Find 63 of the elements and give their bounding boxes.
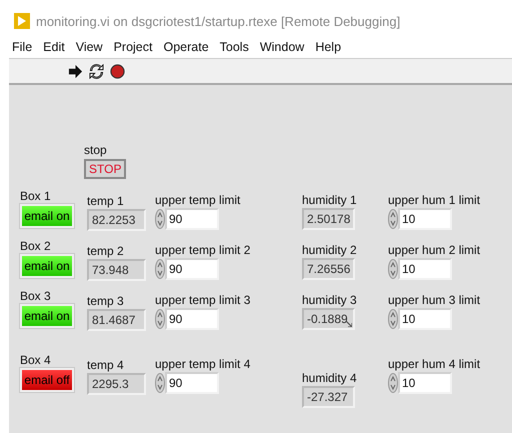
spinner-icon[interactable] <box>388 309 398 329</box>
humidity-display: -0.1889 <box>302 308 355 330</box>
spinner-icon[interactable] <box>155 259 165 279</box>
hum-limit-field[interactable]: 10 <box>398 208 452 230</box>
temp-limit-field[interactable]: 90 <box>165 372 219 394</box>
spinner-icon[interactable] <box>155 373 165 393</box>
spinner-icon[interactable] <box>388 373 398 393</box>
abort-icon[interactable] <box>110 64 125 78</box>
box-label: Box 2 <box>20 239 51 253</box>
run-continuously-icon[interactable] <box>89 64 104 78</box>
temp-display: 73.948 <box>87 259 146 281</box>
spinner-icon[interactable] <box>155 209 165 229</box>
hum-limit-field[interactable]: 10 <box>398 258 452 280</box>
window-title: monitoring.vi on dsgcriotest1/startup.rtexe [Remote Debugging] <box>36 14 400 28</box>
hum-limit-field[interactable]: 10 <box>398 308 452 330</box>
menu-item[interactable]: Help <box>315 40 342 54</box>
app-icon <box>14 13 30 29</box>
temp-display: 82.2253 <box>87 209 146 231</box>
email-led[interactable]: email on <box>20 254 74 278</box>
temp-display: 81.4687 <box>87 309 146 331</box>
menu-item[interactable]: Tools <box>220 40 249 54</box>
email-led[interactable]: email off <box>20 368 74 392</box>
spinner-icon[interactable] <box>155 309 165 329</box>
menu-item[interactable]: Window <box>260 40 304 54</box>
hum-limit-label: upper hum 1 limit <box>388 193 480 207</box>
temp-limit-label: upper temp limit 3 <box>155 293 250 307</box>
temp-label: temp 1 <box>87 194 124 208</box>
humidity-label: humidity 4 <box>302 371 357 385</box>
temp-label: temp 3 <box>87 294 124 308</box>
box-label: Box 4 <box>20 353 51 367</box>
email-led[interactable]: email on <box>20 304 74 328</box>
temp-limit-label: upper temp limit <box>155 193 240 207</box>
temp-limit-label: upper temp limit 2 <box>155 243 250 257</box>
humidity-label: humidity 1 <box>302 193 357 207</box>
temp-label: temp 4 <box>87 358 124 372</box>
spinner-icon[interactable] <box>388 209 398 229</box>
box-label: Box 1 <box>20 189 51 203</box>
stop-label: stop <box>84 143 107 157</box>
menu-item[interactable]: Project <box>114 40 152 54</box>
humidity-display: -27.327 <box>302 386 355 408</box>
spinner-icon[interactable] <box>388 259 398 279</box>
run-arrow-icon[interactable] <box>68 64 83 78</box>
temp-limit-field[interactable]: 90 <box>165 308 219 330</box>
menu-item[interactable]: Operate <box>163 40 209 54</box>
temp-limit-field[interactable]: 90 <box>165 258 219 280</box>
hum-limit-label: upper hum 2 limit <box>388 243 480 257</box>
humidity-label: humidity 2 <box>302 243 357 257</box>
humidity-display: 7.26556 <box>302 258 355 280</box>
temp-label: temp 2 <box>87 244 124 258</box>
box-label: Box 3 <box>20 289 51 303</box>
hum-limit-label: upper hum 4 limit <box>388 357 480 371</box>
menu-item[interactable]: Edit <box>43 40 65 54</box>
hum-limit-label: upper hum 3 limit <box>388 293 480 307</box>
hum-limit-field[interactable]: 10 <box>398 372 452 394</box>
temp-limit-label: upper temp limit 4 <box>155 357 250 371</box>
menu-item[interactable]: File <box>12 40 32 54</box>
menu-item[interactable]: View <box>76 40 103 54</box>
email-led[interactable]: email on <box>20 204 74 228</box>
humidity-display: 2.50178 <box>302 208 355 230</box>
humidity-label: humidity 3 <box>302 293 357 307</box>
temp-limit-field[interactable]: 90 <box>165 208 219 230</box>
temp-display: 2295.3 <box>87 373 146 395</box>
overflow-arrow-icon <box>346 321 352 327</box>
